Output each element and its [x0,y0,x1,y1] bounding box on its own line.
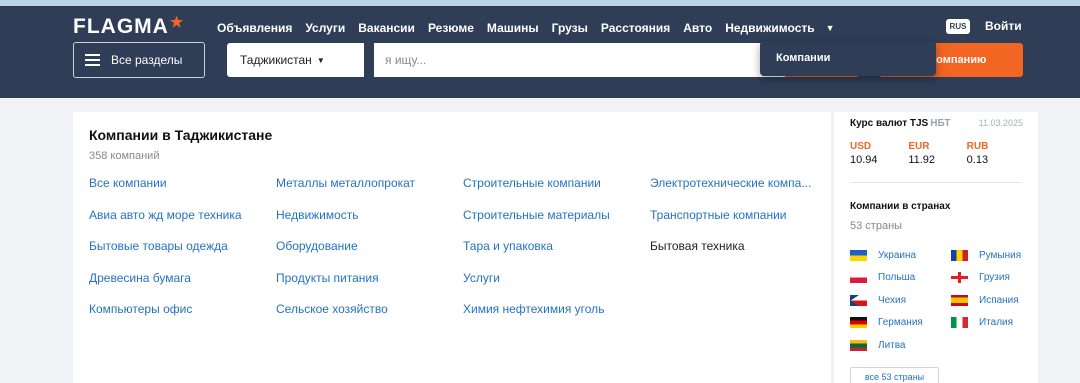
currency-value: 11.92 [908,154,936,166]
nav-services[interactable]: Услуги [305,21,345,35]
category-link[interactable]: Недвижимость [276,208,463,240]
country-list: Украина Румыния Польша Грузия Чехия Испания Ге… [850,244,1040,357]
flag-icon [850,249,867,261]
country-link[interactable]: Германия [850,312,951,335]
currency-value: 0.13 [966,154,989,166]
nav-realty[interactable]: Недвижимость [725,21,814,35]
category-grid: Все компании Металлы металлопрокат Строите… [89,176,819,334]
company-count: 358 компаний [89,150,160,162]
main-nav: Объявления Услуги Вакансии Резюме Машины… [217,21,835,35]
all-sections-button[interactable]: Все разделы [73,42,205,78]
category-link: Бытовая техника [650,239,745,253]
category-link[interactable]: Услуги [463,271,650,303]
category-link[interactable]: Транспортные компании [650,208,819,240]
country-link[interactable]: Польша [850,267,951,290]
currency-code: EUR [908,141,930,152]
dropdown-item-companies[interactable]: Компании [776,52,830,64]
flag-icon [951,317,968,329]
country-name: Литва [878,339,906,351]
nav-dropdown-menu: Компании [760,41,936,76]
country-link[interactable]: Румыния [951,244,1039,267]
language-badge[interactable]: RUS [946,19,970,34]
country-link[interactable]: Чехия [850,289,951,312]
nav-ads[interactable]: Объявления [217,21,292,35]
flag-icon [850,317,867,329]
category-link[interactable]: Строительные материалы [463,208,650,240]
countries-title: Компании в странах [850,201,951,212]
category-link[interactable]: Авиа авто жд море техника [89,208,276,240]
currency-code: RUB [966,141,989,152]
nav-auto[interactable]: Авто [683,21,712,35]
category-link[interactable]: Бытовые товары одежда [89,239,276,271]
login-link[interactable]: Войти [985,19,1022,33]
nav-resumes[interactable]: Резюме [428,21,474,35]
country-link[interactable]: Испания [951,289,1039,312]
currency-rub: RUB 0.13 [967,141,1025,166]
divider [850,182,1022,183]
nav-cargo[interactable]: Грузы [552,21,588,35]
category-link[interactable]: Все компании [89,176,276,208]
category-empty [650,302,819,334]
country-link[interactable]: Италия [951,312,1039,335]
country-name: Украина [878,249,917,261]
category-link[interactable]: Оборудование [276,239,463,271]
country-link[interactable]: Грузия [951,267,1039,290]
country-name: Румыния [979,249,1022,261]
countries-count: 53 страны [850,220,903,232]
country-name: Чехия [878,294,907,306]
country-name: Германия [878,317,923,329]
menu-icon [85,54,100,66]
caret-down-icon: ▼ [316,55,325,65]
currency-rates: USD 10.94 EUR 11.92 RUB 0.13 [850,141,1025,166]
search-input[interactable] [374,43,785,77]
rates-title-text: Курс валют TJS [850,118,929,129]
flag-icon [850,339,867,351]
flag-icon [951,294,968,306]
caret-down-icon[interactable]: ▼ [826,23,835,33]
country-select-value: Таджикистан [240,53,312,67]
page-title: Компании в Таджикистане [89,127,273,143]
country-name: Польша [878,272,916,284]
country-link[interactable]: Украина [850,244,951,267]
flag-icon [951,249,968,261]
category-link[interactable]: Сельское хозяйство [276,302,463,334]
country-name: Италия [979,317,1014,329]
sidebar: Курс валют TJS НБТ 11.03.2025 USD 10.94 E… [834,112,1038,383]
category-empty [650,271,819,303]
flag-icon [850,272,867,284]
currency-code: USD [850,141,872,152]
flag-icon [850,294,867,306]
flag-icon [951,272,968,284]
rates-title: Курс валют TJS НБТ [850,118,951,129]
country-name: Испания [979,294,1019,306]
category-link[interactable]: Строительные компании [463,176,650,208]
rates-source: НБТ [930,118,951,129]
country-select[interactable]: Таджикистан ▼ [227,43,364,77]
currency-usd: USD 10.94 [850,141,908,166]
category-link[interactable]: Продукты питания [276,271,463,303]
logo-text: FLAGMA [73,15,169,38]
flagma-logo[interactable]: FLAGMA ★ [73,14,185,38]
all-countries-button[interactable]: все 53 страны [850,367,939,383]
country-link[interactable]: Литва [850,334,951,357]
all-sections-label: Все разделы [111,53,183,67]
category-link[interactable]: Металлы металлопрокат [276,176,463,208]
currency-eur: EUR 11.92 [908,141,966,166]
category-link[interactable]: Компьютеры офис [89,302,276,334]
category-link[interactable]: Тара и упаковка [463,239,650,271]
nav-vacancies[interactable]: Вакансии [358,21,415,35]
rates-date: 11.03.2025 [978,118,1023,128]
star-icon: ★ [169,14,185,31]
category-link[interactable]: Древесина бумага [89,271,276,303]
category-link[interactable]: Химия нефтехимия уголь [463,302,650,334]
country-name: Грузия [979,272,1010,284]
companies-card: Компании в Таджикистане 358 компаний Все… [73,112,831,383]
category-link[interactable]: Электротехнические компа... [650,176,819,208]
nav-machines[interactable]: Машины [487,21,539,35]
currency-value: 10.94 [850,154,878,166]
nav-distances[interactable]: Расстояния [601,21,670,35]
